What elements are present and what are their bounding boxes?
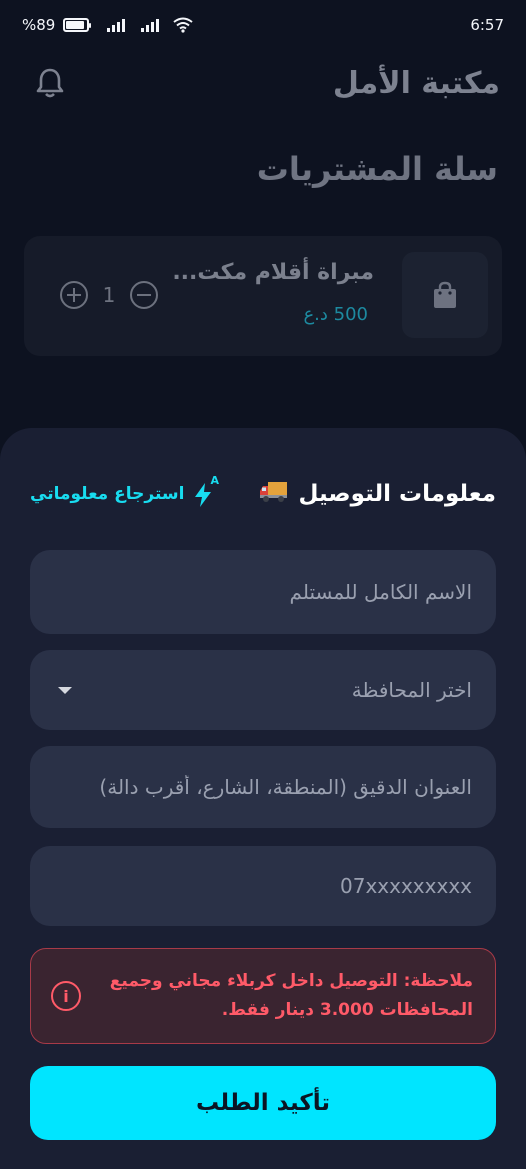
battery-icon [63, 18, 92, 32]
delivery-note-text: ملاحظة: التوصيل داخل كربلاء مجاني وجميع … [109, 971, 473, 1020]
governorate-select-label: اختر المحافظة [351, 678, 472, 702]
dropdown-caret-icon [58, 686, 72, 694]
truck-icon [259, 479, 289, 509]
decrease-quantity-button[interactable] [130, 281, 158, 309]
wifi-icon [173, 17, 193, 33]
governorate-select[interactable]: اختر المحافظة [30, 650, 496, 730]
product-price: 500 د.ع [303, 304, 368, 325]
increase-quantity-button[interactable] [60, 281, 88, 309]
product-thumbnail [402, 252, 488, 338]
phone-field[interactable] [30, 846, 496, 926]
status-bar: %89 6:57 [0, 0, 526, 50]
delivery-sheet: معلومات التوصيل A استرجاع معلوماتي الاسم… [0, 428, 526, 1169]
restore-info-button[interactable]: A استرجاع معلوماتي [30, 474, 219, 508]
cart-item: مبراة أقلام مكت... 500 د.ع 1 [24, 236, 502, 356]
quantity-value: 1 [102, 283, 116, 307]
app-header: مكتبة الأمل [0, 58, 526, 108]
confirm-order-button[interactable]: تأكيد الطلب [30, 1066, 496, 1140]
delivery-note: ملاحظة: التوصيل داخل كربلاء مجاني وجميع … [30, 948, 496, 1044]
page-title: سلة المشتريات [256, 150, 498, 188]
quantity-stepper: 1 [60, 281, 158, 309]
battery-fill [66, 21, 85, 29]
full-name-input[interactable] [54, 580, 472, 604]
auto-flash-icon: A [192, 474, 219, 508]
signal-icon [107, 18, 126, 32]
bell-icon[interactable] [32, 65, 68, 101]
clock: 6:57 [470, 16, 504, 34]
signal-icon-2 [141, 18, 160, 32]
app-title: مكتبة الأمل [332, 65, 500, 101]
screen: %89 6:57 مكتبة الأمل سلة المشتريات مبراة… [0, 0, 526, 1169]
phone-input[interactable] [54, 874, 472, 898]
address-field[interactable] [30, 746, 496, 828]
delivery-title: معلومات التوصيل [259, 479, 497, 509]
info-icon: i [51, 981, 81, 1011]
sheet-header: معلومات التوصيل A استرجاع معلوماتي [30, 474, 497, 512]
shopping-bag-icon [434, 281, 456, 308]
delivery-title-text: معلومات التوصيل [298, 481, 497, 507]
battery-percent: %89 [22, 16, 56, 34]
restore-info-label: استرجاع معلوماتي [30, 484, 185, 504]
full-name-field[interactable] [30, 550, 496, 634]
product-name: مبراة أقلام مكت... [172, 260, 374, 285]
status-left-group: %89 [22, 16, 193, 34]
address-input[interactable] [54, 775, 472, 799]
